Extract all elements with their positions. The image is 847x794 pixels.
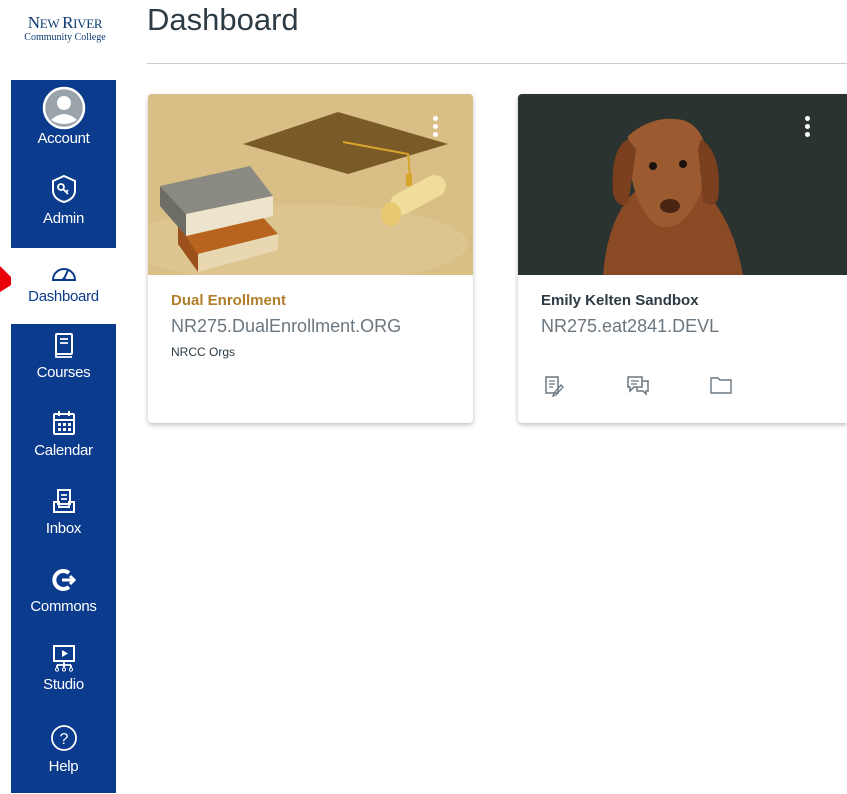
nav-inbox-label: Inbox bbox=[45, 520, 82, 537]
nav-inbox[interactable]: Inbox bbox=[11, 488, 116, 558]
nav-commons[interactable]: Commons bbox=[11, 568, 116, 638]
nav-admin[interactable]: Admin bbox=[11, 174, 116, 244]
global-navigation: Account Admin Dashboard Courses Calendar… bbox=[11, 80, 116, 793]
nav-studio[interactable]: Studio bbox=[11, 644, 116, 714]
course-code: NR275.eat2841.DEVL bbox=[541, 316, 720, 336]
nav-account[interactable]: Account bbox=[11, 82, 116, 158]
help-icon: ? bbox=[50, 725, 77, 751]
nav-dashboard[interactable]: Dashboard bbox=[11, 248, 116, 324]
nav-studio-label: Studio bbox=[43, 676, 84, 693]
avatar-icon bbox=[42, 86, 85, 130]
graduation-cap-image[interactable] bbox=[148, 94, 473, 275]
nav-calendar[interactable]: Calendar bbox=[11, 410, 116, 480]
assignments-icon[interactable] bbox=[544, 375, 564, 402]
card-options-icon[interactable] bbox=[431, 116, 439, 140]
nav-help[interactable]: ? Help bbox=[11, 724, 116, 794]
studio-icon bbox=[52, 645, 75, 672]
nav-admin-label: Admin bbox=[42, 210, 85, 227]
college-logo[interactable]: NEW RIVER Community College bbox=[13, 14, 117, 43]
logo-wordmark: NEW RIVER bbox=[27, 13, 103, 32]
nav-calendar-label: Calendar bbox=[34, 442, 93, 459]
nav-account-label: Account bbox=[37, 130, 90, 147]
svg-text:?: ? bbox=[59, 731, 68, 748]
header-divider bbox=[147, 63, 847, 64]
inbox-icon bbox=[52, 489, 75, 513]
nav-courses-label: Courses bbox=[36, 364, 91, 381]
course-code: NR275.DualEnrollment.ORG bbox=[171, 316, 402, 336]
nav-courses[interactable]: Courses bbox=[11, 332, 116, 402]
card-options-icon[interactable] bbox=[803, 116, 811, 140]
logo-subtitle: Community College bbox=[24, 32, 106, 43]
nav-help-label: Help bbox=[48, 758, 79, 775]
course-card-emily-kelten-sandbox[interactable]: Emily Kelten Sandbox NR275.eat2841.DEVL bbox=[518, 94, 847, 423]
dashboard-gauge-icon bbox=[51, 268, 76, 281]
course-name[interactable]: Emily Kelten Sandbox bbox=[541, 292, 699, 309]
course-term: NRCC Orgs bbox=[171, 345, 236, 359]
discussions-icon[interactable] bbox=[626, 375, 650, 402]
commons-icon bbox=[51, 569, 76, 591]
book-icon bbox=[54, 333, 73, 358]
nav-commons-label: Commons bbox=[30, 598, 97, 615]
course-name[interactable]: Dual Enrollment bbox=[171, 292, 286, 309]
files-icon[interactable] bbox=[709, 375, 733, 400]
dog-photo-image[interactable] bbox=[518, 94, 847, 275]
shield-key-icon bbox=[51, 174, 76, 204]
nav-dashboard-label: Dashboard bbox=[28, 288, 99, 305]
page-title: Dashboard bbox=[147, 2, 299, 37]
course-card-dual-enrollment[interactable]: Dual Enrollment NR275.DualEnrollment.ORG… bbox=[148, 94, 473, 423]
calendar-icon bbox=[52, 411, 75, 435]
